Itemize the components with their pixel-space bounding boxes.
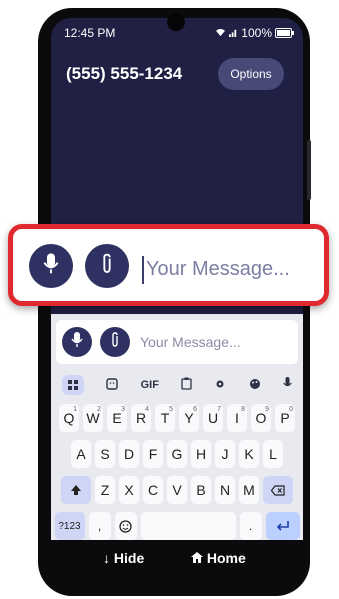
inner-message-input[interactable]: Your Message... xyxy=(140,334,241,350)
text-cursor xyxy=(142,256,144,284)
key-g[interactable]: G xyxy=(167,440,187,468)
key-v[interactable]: V xyxy=(167,476,187,504)
key-m[interactable]: M xyxy=(239,476,259,504)
arrow-down-icon: ↓ xyxy=(103,550,110,566)
key-row-2: ASDFGHJKL xyxy=(51,440,303,468)
battery-icon xyxy=(275,28,294,38)
battery-percent: 100% xyxy=(241,26,272,40)
key-a[interactable]: A xyxy=(71,440,91,468)
status-icons: 100% xyxy=(215,26,294,40)
home-button[interactable]: Home xyxy=(191,550,246,566)
key-x[interactable]: X xyxy=(119,476,139,504)
space-key[interactable] xyxy=(140,512,236,540)
shift-key[interactable] xyxy=(61,476,91,504)
key-r[interactable]: R4 xyxy=(131,404,151,432)
key-w[interactable]: W2 xyxy=(83,404,103,432)
key-q[interactable]: Q1 xyxy=(59,404,79,432)
backspace-key[interactable] xyxy=(263,476,293,504)
gif-button[interactable]: GIF xyxy=(141,379,159,391)
key-row-4: ?123 , . xyxy=(51,512,303,540)
options-button[interactable]: Options xyxy=(218,58,284,90)
wifi-icon xyxy=(215,26,226,40)
sticker-icon[interactable] xyxy=(106,377,119,393)
key-d[interactable]: D xyxy=(119,440,139,468)
attach-button[interactable] xyxy=(85,244,129,288)
microphone-icon xyxy=(43,252,59,280)
palette-icon[interactable] xyxy=(249,378,261,393)
paperclip-icon xyxy=(109,331,121,353)
key-c[interactable]: C xyxy=(143,476,163,504)
apps-grid-icon[interactable] xyxy=(62,375,85,395)
key-k[interactable]: K xyxy=(239,440,259,468)
inner-composer: Your Message... xyxy=(56,320,298,364)
clipboard-icon[interactable] xyxy=(181,377,192,393)
key-s[interactable]: S xyxy=(95,440,115,468)
keyboard-toolbar: GIF xyxy=(51,370,303,400)
camera-notch xyxy=(167,13,185,31)
key-z[interactable]: Z xyxy=(95,476,115,504)
key-o[interactable]: O9 xyxy=(251,404,271,432)
paperclip-icon xyxy=(99,253,115,280)
comma-key[interactable]: , xyxy=(88,512,111,540)
key-j[interactable]: J xyxy=(215,440,235,468)
key-n[interactable]: N xyxy=(215,476,235,504)
key-h[interactable]: H xyxy=(191,440,211,468)
navigation-bar: ↓ Hide Home xyxy=(51,540,303,576)
key-row-3: ZXCVBNM xyxy=(51,476,303,504)
zoomed-composer: Your Message... xyxy=(8,224,329,306)
key-y[interactable]: Y6 xyxy=(179,404,199,432)
voice-input-icon[interactable] xyxy=(283,377,292,393)
settings-icon[interactable] xyxy=(214,378,226,393)
contact-phone-number: (555) 555-1234 xyxy=(66,64,183,83)
mic-button[interactable] xyxy=(29,244,73,288)
symbols-key[interactable]: ?123 xyxy=(54,512,85,540)
key-row-1: Q1W2E3R4T5Y6U7I8O9P0 xyxy=(51,404,303,432)
key-e[interactable]: E3 xyxy=(107,404,127,432)
microphone-icon xyxy=(71,331,83,353)
key-p[interactable]: P0 xyxy=(275,404,295,432)
home-label: Home xyxy=(206,550,246,566)
status-time: 12:45 PM xyxy=(64,26,116,40)
key-t[interactable]: T5 xyxy=(155,404,175,432)
message-input[interactable]: Your Message... xyxy=(146,258,290,281)
hide-label: Hide xyxy=(113,550,145,566)
inner-mic-button[interactable] xyxy=(62,327,92,357)
emoji-key[interactable] xyxy=(114,512,137,540)
key-u[interactable]: U7 xyxy=(203,404,223,432)
key-l[interactable]: L xyxy=(263,440,283,468)
home-icon xyxy=(191,550,207,566)
power-button xyxy=(307,140,311,200)
inner-attach-button[interactable] xyxy=(100,327,130,357)
enter-key[interactable] xyxy=(265,512,300,540)
hide-button[interactable]: ↓ Hide xyxy=(103,550,144,566)
signal-icon xyxy=(229,26,238,40)
key-f[interactable]: F xyxy=(143,440,163,468)
key-b[interactable]: B xyxy=(191,476,211,504)
period-key[interactable]: . xyxy=(239,512,262,540)
key-i[interactable]: I8 xyxy=(227,404,247,432)
